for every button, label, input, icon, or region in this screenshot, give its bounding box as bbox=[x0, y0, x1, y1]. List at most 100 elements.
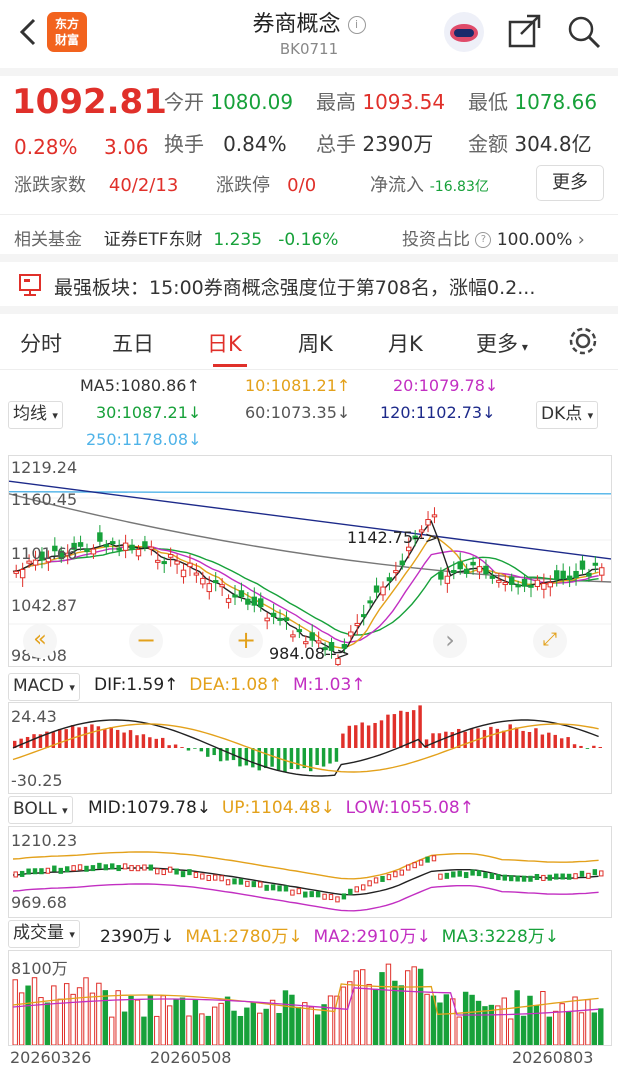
candle-body bbox=[380, 586, 386, 596]
volume-bar bbox=[501, 997, 507, 1045]
ma-line bbox=[12, 535, 599, 649]
y-axis-label: 1042.87 bbox=[11, 596, 78, 615]
related-fund-row[interactable]: 相关基金 证券ETF东财 1.235 -0.16% bbox=[14, 225, 338, 250]
boll-candle bbox=[225, 879, 231, 886]
gear-icon[interactable] bbox=[566, 324, 600, 358]
volume-selector[interactable]: 成交量 ▾ bbox=[8, 920, 80, 948]
boll-candle bbox=[19, 870, 25, 877]
notice-board-icon bbox=[19, 274, 41, 296]
macd-bar bbox=[399, 710, 403, 748]
boll-candle bbox=[566, 873, 572, 880]
tab-monthly-k[interactable]: 月K bbox=[388, 328, 423, 358]
zoom-out-button[interactable]: − bbox=[129, 624, 163, 658]
macd-bar bbox=[366, 725, 371, 748]
macd-bar bbox=[392, 714, 397, 748]
avatar-robot-icon[interactable] bbox=[441, 9, 487, 55]
volume-bar bbox=[366, 983, 372, 1045]
macd-selector[interactable]: MACD ▾ bbox=[8, 673, 80, 701]
volume-chart[interactable]: 8100万 bbox=[8, 950, 612, 1046]
current-price: 1092.81 bbox=[12, 82, 167, 122]
scroll-left-button[interactable]: « bbox=[23, 624, 57, 658]
volume-bar bbox=[488, 1004, 495, 1045]
volume-bar bbox=[424, 993, 430, 1045]
low-value: 最低 1078.66 bbox=[468, 90, 598, 114]
volume-bar bbox=[31, 977, 38, 1045]
boll-candle bbox=[592, 869, 598, 876]
date-label: 20260508 bbox=[150, 1048, 232, 1067]
macd-bar bbox=[315, 748, 319, 766]
volume-bar bbox=[231, 1010, 237, 1045]
ma120-value: 120:1102.73↓ bbox=[380, 403, 496, 422]
volume-bar bbox=[244, 1007, 250, 1045]
candle-body bbox=[399, 560, 406, 566]
boll-candle bbox=[444, 872, 450, 879]
tab-more[interactable]: 更多 ▾ bbox=[476, 328, 528, 358]
ma-selector[interactable]: 均线 ▾ bbox=[8, 401, 63, 429]
y-axis-label: 1219.24 bbox=[11, 458, 78, 477]
candle-body bbox=[161, 561, 167, 565]
boll-candle bbox=[219, 875, 224, 882]
notice-text[interactable]: 最强板块：15:00券商概念强度位于第708名，涨幅0.2... bbox=[54, 273, 604, 300]
macd-bar bbox=[527, 732, 532, 748]
volume-bar bbox=[327, 995, 334, 1045]
tab-weekly-k[interactable]: 周K bbox=[298, 328, 333, 358]
boll-candle bbox=[309, 891, 314, 898]
boll-selector[interactable]: BOLL ▾ bbox=[8, 796, 73, 824]
volume-bar bbox=[462, 991, 469, 1045]
ma250-value: 250:1178.08↓ bbox=[86, 430, 202, 449]
scroll-right-button[interactable]: › bbox=[433, 624, 467, 658]
fullscreen-button[interactable]: ⤢ bbox=[533, 624, 567, 658]
boll-candle bbox=[470, 869, 475, 876]
volume-bar bbox=[456, 1016, 462, 1045]
ma-line bbox=[12, 545, 599, 644]
candle-body bbox=[393, 570, 399, 574]
macd-bar bbox=[321, 748, 326, 767]
more-button[interactable]: 更多 bbox=[536, 165, 604, 201]
boll-chart[interactable]: 1210.23 969.68 bbox=[8, 826, 612, 918]
tab-daily-k[interactable]: 日K bbox=[207, 328, 242, 358]
volume-bar bbox=[173, 999, 179, 1045]
volume-bar bbox=[186, 1015, 192, 1045]
info-icon[interactable]: i bbox=[347, 16, 366, 34]
boll-candle bbox=[380, 875, 385, 882]
boll-candle bbox=[418, 859, 424, 866]
macd-bar bbox=[585, 748, 590, 749]
zoom-in-button[interactable]: + bbox=[229, 624, 263, 658]
dk-point-selector[interactable]: DK点 ▾ bbox=[536, 401, 599, 429]
volume-values: 2390万↓ MA1:2780万↓ MA2:2910万↓ MA3:3228万↓ bbox=[100, 927, 560, 947]
candle-body bbox=[348, 631, 354, 637]
share-icon[interactable] bbox=[505, 12, 545, 52]
macd-bar bbox=[534, 728, 538, 748]
macd-bar bbox=[431, 733, 435, 748]
macd-chart[interactable]: 24.43 -30.25 bbox=[8, 702, 612, 794]
boll-candle bbox=[399, 869, 405, 876]
boll-candle bbox=[348, 888, 353, 895]
macd-bar bbox=[167, 745, 171, 748]
macd-bar bbox=[128, 730, 133, 748]
macd-bar bbox=[32, 734, 36, 748]
kline-chart[interactable]: 1219.24 1160.45 1101.66 1042.87 984.08 1… bbox=[8, 455, 612, 667]
candle-body bbox=[122, 542, 129, 551]
help-icon[interactable]: ? bbox=[475, 232, 492, 248]
boll-candle bbox=[296, 888, 302, 895]
candle-body bbox=[142, 541, 148, 548]
high-value: 最高 1093.54 bbox=[316, 90, 446, 114]
macd-bar bbox=[115, 729, 120, 748]
volume-bar bbox=[237, 1015, 244, 1045]
volume-bar bbox=[199, 1013, 205, 1045]
macd-bar bbox=[373, 722, 377, 748]
search-icon[interactable] bbox=[564, 12, 604, 52]
boll-candle bbox=[412, 862, 417, 869]
macd-bar bbox=[135, 735, 139, 748]
macd-bar bbox=[289, 748, 294, 770]
candle-body bbox=[547, 582, 554, 588]
tab-five-day[interactable]: 五日 bbox=[112, 328, 154, 358]
boll-bottom-label: 969.68 bbox=[11, 893, 67, 912]
tab-intraday[interactable]: 分时 bbox=[20, 328, 62, 358]
boll-candle bbox=[315, 891, 321, 898]
candle-body bbox=[155, 559, 161, 563]
boll-candle bbox=[77, 864, 83, 871]
investment-ratio[interactable]: 投资占比 ? 100.00% › bbox=[402, 225, 585, 250]
change-pct: 0.28% bbox=[14, 135, 78, 159]
macd-bar bbox=[251, 748, 255, 768]
